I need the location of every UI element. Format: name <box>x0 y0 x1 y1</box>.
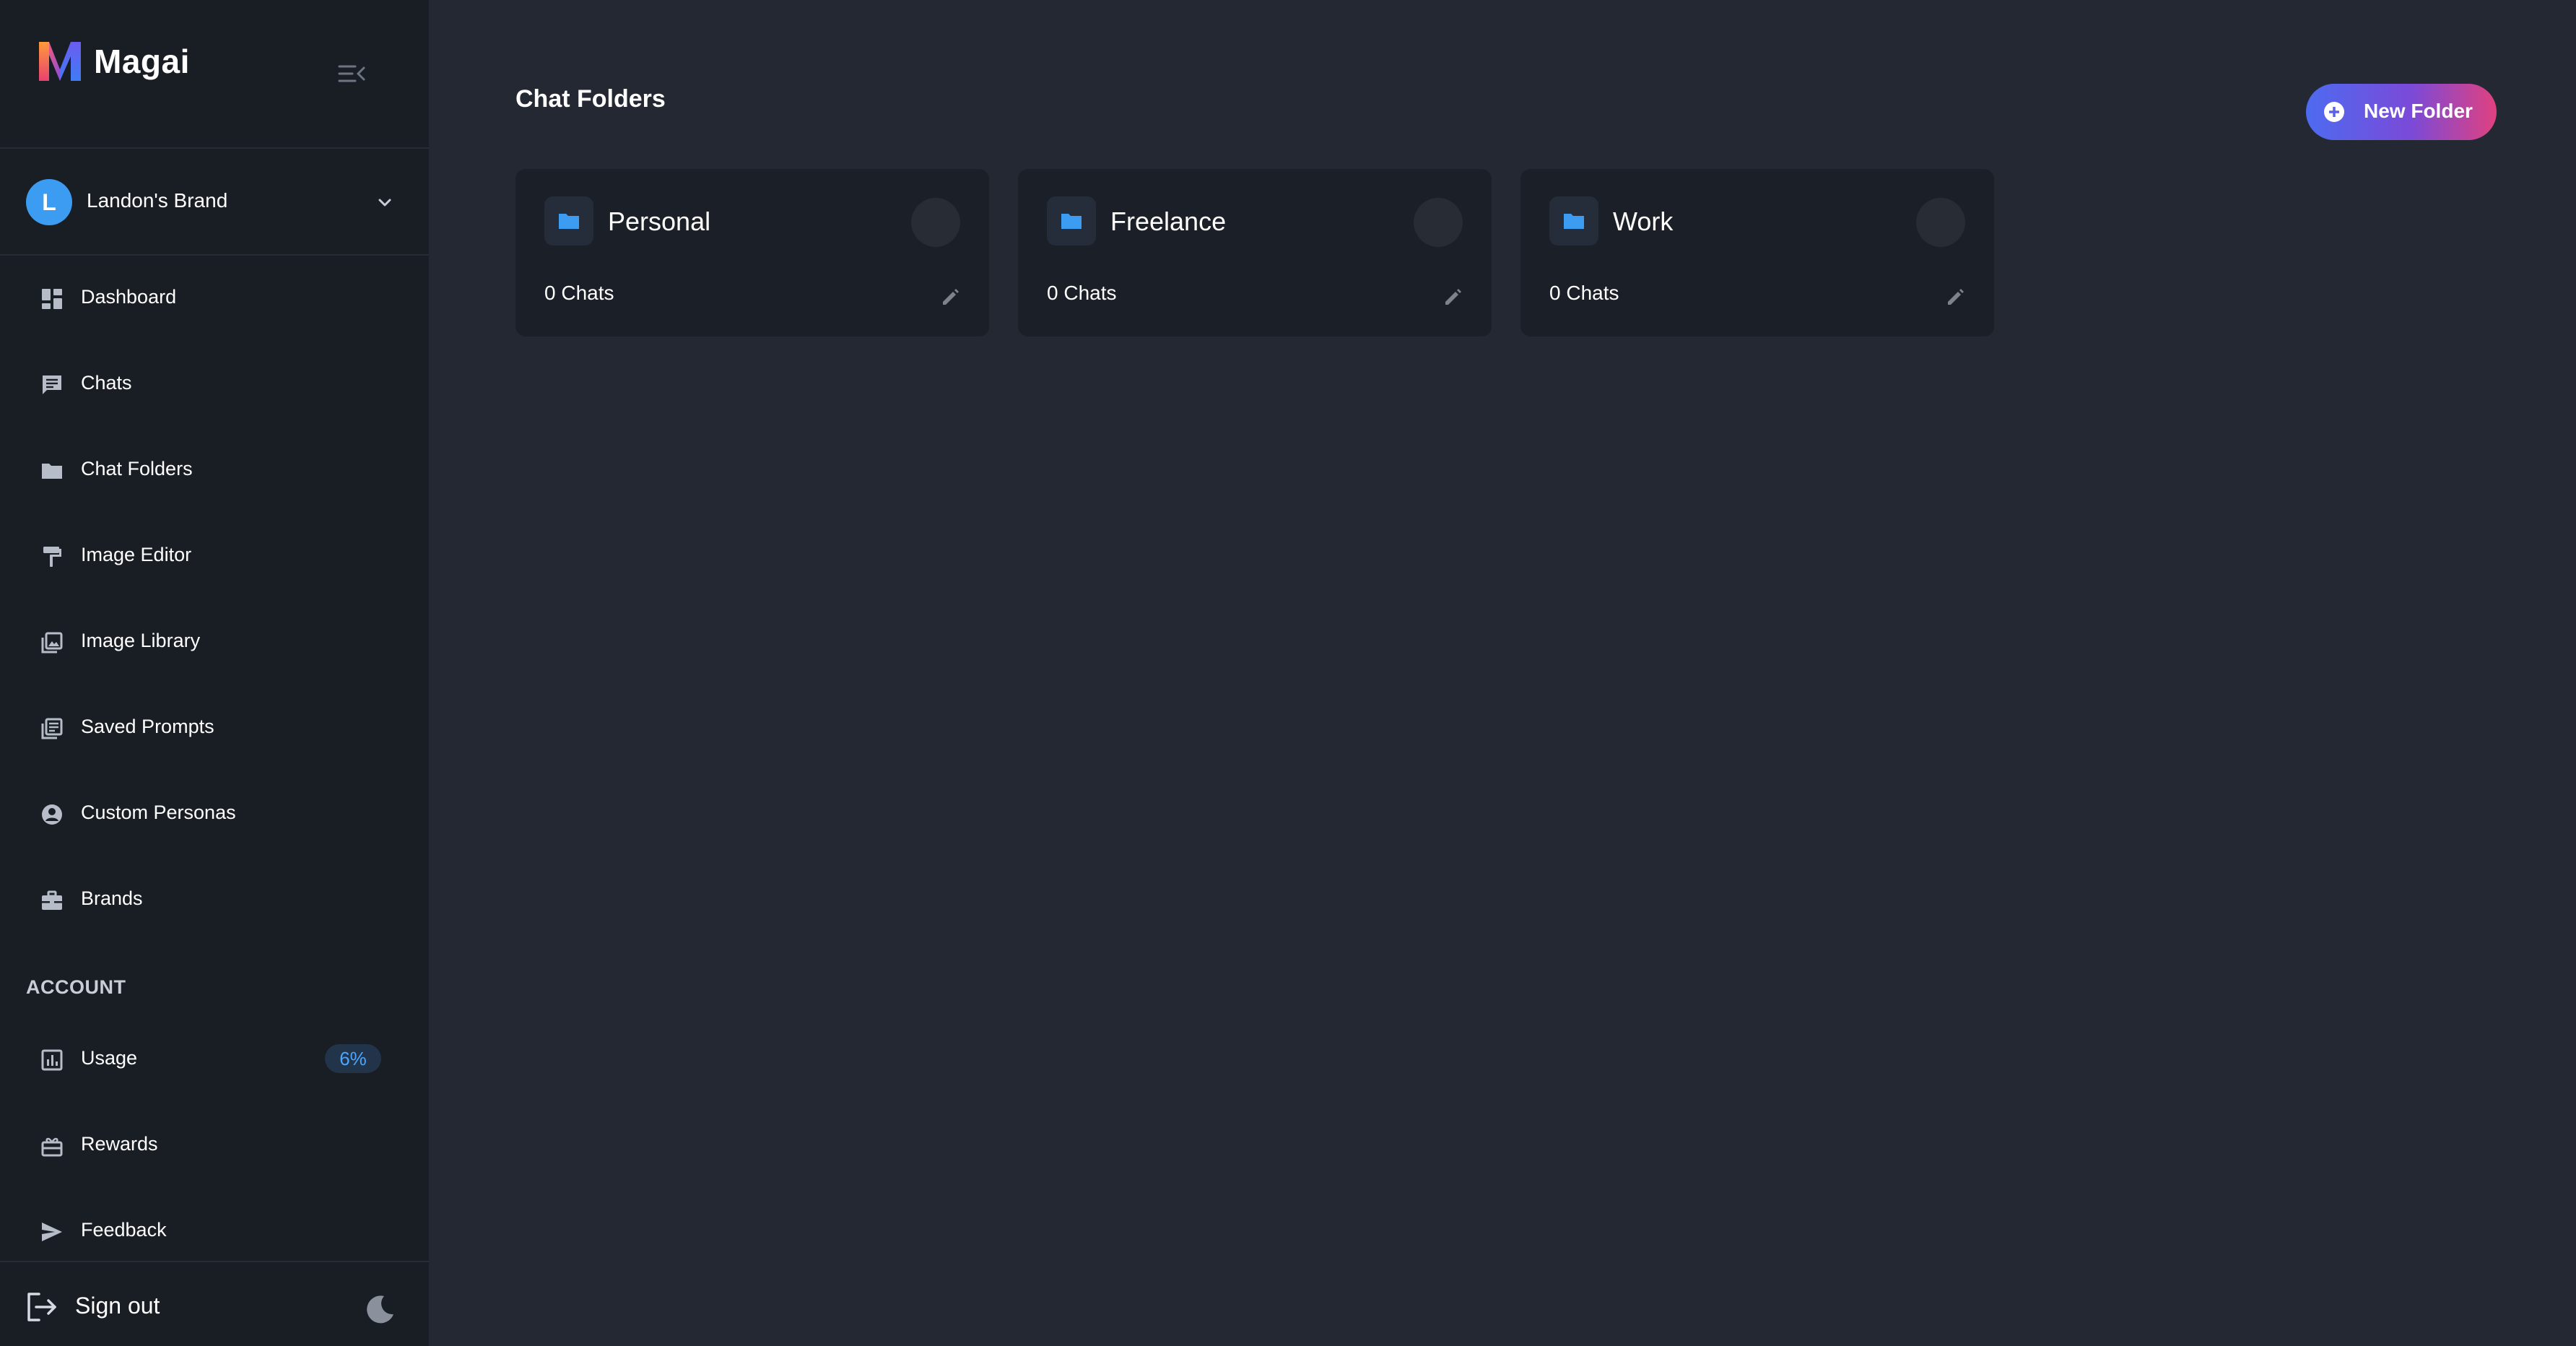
folder-select-toggle[interactable] <box>911 198 960 247</box>
account-section-label: ACCOUNT <box>26 976 126 998</box>
theme-toggle-button[interactable] <box>365 1294 396 1324</box>
sidebar-item-label: Dashboard <box>81 286 177 308</box>
persona-icon <box>42 804 62 825</box>
moon-icon <box>367 1295 393 1324</box>
folder-icon <box>559 214 579 229</box>
sidebar-item-label: Image Library <box>81 630 201 651</box>
sidebar-item-label: Chats <box>81 372 132 394</box>
app-name: Magai <box>94 43 190 80</box>
sidebar-item-label: Rewards <box>81 1133 158 1155</box>
brand-name: Landon's Brand <box>87 189 228 212</box>
sidebar-item-label: Custom Personas <box>81 802 236 823</box>
sidebar-footer: Sign out <box>0 1261 429 1346</box>
folder-chat-count: 0 Chats <box>544 282 614 304</box>
sidebar-item-feedback[interactable]: Feedback <box>0 1194 429 1267</box>
sidebar-item-brands[interactable]: Brands <box>0 863 429 935</box>
folder-name: Personal <box>608 207 711 236</box>
plus-circle-icon <box>2324 102 2344 122</box>
folder-icon <box>1564 214 1584 229</box>
pencil-icon[interactable] <box>1945 286 1967 308</box>
sidebar-item-chat-folders[interactable]: Chat Folders <box>0 433 429 505</box>
pencil-icon[interactable] <box>940 286 962 308</box>
folder-select-toggle[interactable] <box>1916 198 1965 247</box>
briefcase-icon <box>42 890 62 910</box>
app-root: Magai L Landon's Brand Dashboard Chats C… <box>0 0 2576 1346</box>
sidebar-item-label: Saved Prompts <box>81 716 214 737</box>
folder-name: Work <box>1613 207 1674 236</box>
folder-icon <box>1061 214 1082 229</box>
sign-out-label: Sign out <box>75 1293 160 1319</box>
sidebar-item-label: Feedback <box>81 1219 167 1241</box>
sidebar-item-custom-personas[interactable]: Custom Personas <box>0 777 429 849</box>
sidebar-item-image-editor[interactable]: Image Editor <box>0 519 429 591</box>
collapse-sidebar-button[interactable] <box>334 59 370 88</box>
page-title: Chat Folders <box>515 85 666 113</box>
bar-chart-icon <box>41 1049 63 1071</box>
new-folder-button[interactable]: New Folder <box>2306 84 2497 140</box>
sidebar-item-label: Chat Folders <box>81 458 193 479</box>
folder-chat-count: 0 Chats <box>1047 282 1117 304</box>
sidebar-item-dashboard[interactable]: Dashboard <box>0 261 429 334</box>
collapse-menu-icon <box>338 65 365 82</box>
pencil-icon[interactable] <box>1443 286 1464 308</box>
folder-card-freelance[interactable]: Freelance 0 Chats <box>1018 169 1492 336</box>
sidebar-item-label: Image Editor <box>81 544 192 565</box>
sidebar-item-rewards[interactable]: Rewards <box>0 1108 429 1181</box>
brand-switcher[interactable]: L Landon's Brand <box>0 149 429 256</box>
sidebar: Magai L Landon's Brand Dashboard Chats C… <box>0 0 429 1346</box>
avatar: L <box>26 179 72 225</box>
gift-icon <box>41 1137 63 1157</box>
folder-select-toggle[interactable] <box>1414 198 1463 247</box>
dashboard-icon <box>42 289 62 309</box>
chevron-down-icon <box>378 199 391 207</box>
paint-roller-icon <box>43 547 61 567</box>
folder-card-work[interactable]: Work 0 Chats <box>1520 169 1994 336</box>
folder-name: Freelance <box>1110 207 1227 236</box>
image-library-icon <box>41 632 63 654</box>
sign-out-icon <box>27 1293 56 1321</box>
folder-card-personal[interactable]: Personal 0 Chats <box>515 169 989 336</box>
sidebar-item-label: Brands <box>81 887 143 909</box>
sidebar-item-saved-prompts[interactable]: Saved Prompts <box>0 691 429 763</box>
folder-icon-box <box>1549 196 1598 246</box>
sidebar-item-image-library[interactable]: Image Library <box>0 605 429 677</box>
saved-prompts-icon <box>41 718 63 739</box>
folder-icon <box>42 464 62 479</box>
magai-logo-icon <box>39 42 81 81</box>
new-folder-label: New Folder <box>2364 100 2473 122</box>
sidebar-item-label: Usage <box>81 1047 138 1069</box>
usage-badge: 6% <box>325 1044 381 1073</box>
sidebar-item-usage[interactable]: Usage 6% <box>0 1022 429 1095</box>
folder-chat-count: 0 Chats <box>1549 282 1619 304</box>
folder-icon-box <box>544 196 593 246</box>
logo-row: Magai <box>0 0 429 149</box>
chat-icon <box>43 375 61 394</box>
sidebar-item-chats[interactable]: Chats <box>0 347 429 420</box>
folder-icon-box <box>1047 196 1096 246</box>
send-icon <box>42 1223 62 1241</box>
